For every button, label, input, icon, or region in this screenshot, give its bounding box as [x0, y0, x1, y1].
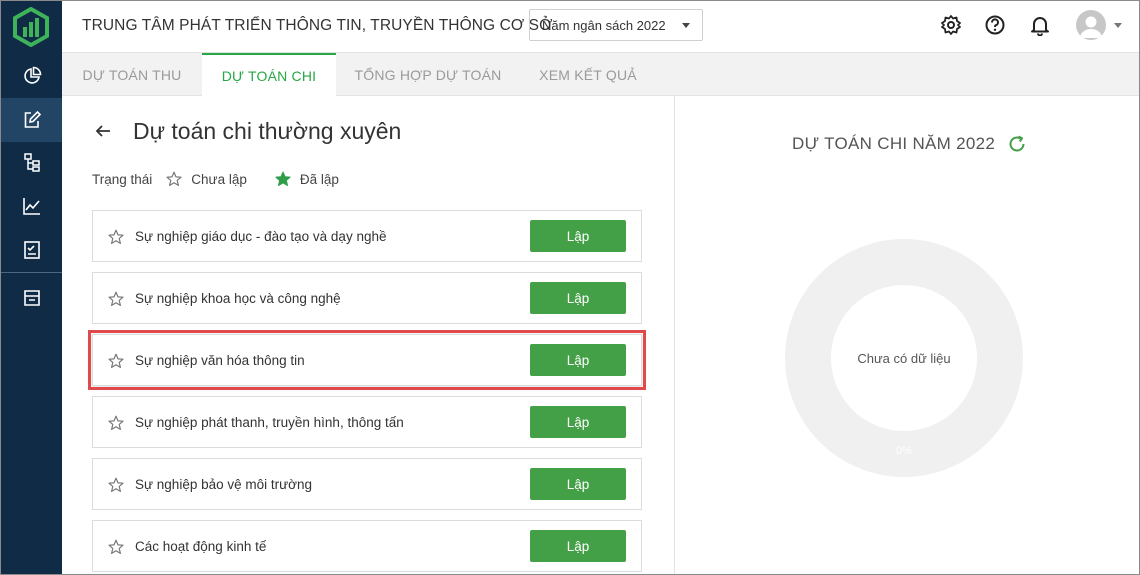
- edit-icon: [24, 110, 41, 128]
- sidebar-item-reports[interactable]: [1, 228, 62, 272]
- create-button[interactable]: Lập: [530, 220, 626, 252]
- item-name: Sự nghiệp khoa học và công nghệ: [135, 291, 341, 306]
- notifications-button[interactable]: [1029, 14, 1051, 36]
- list-item: Sự nghiệp khoa học và công nghệ Lập: [92, 272, 642, 324]
- pie-chart-icon: [23, 66, 41, 84]
- report-icon: [23, 241, 40, 259]
- star-filled-icon: [275, 171, 291, 186]
- budget-list-pane: Dự toán chi thường xuyên Trạng thái Chưa…: [62, 96, 674, 574]
- item-name: Sự nghiệp phát thanh, truyền hình, thông…: [135, 415, 404, 430]
- status-not-done: Chưa lập: [166, 171, 247, 187]
- budget-year-value: Năm ngân sách 2022: [542, 17, 666, 33]
- chart-empty-text: Chưa có dữ liệu: [857, 350, 951, 366]
- sidebar-item-archive[interactable]: [1, 276, 62, 320]
- star-outline-icon: [108, 539, 124, 554]
- list-item: Sự nghiệp phát thanh, truyền hình, thông…: [92, 396, 642, 448]
- item-name: Sự nghiệp văn hóa thông tin: [135, 353, 305, 368]
- status-label: Trạng thái: [92, 171, 153, 187]
- status-done-label: Đã lập: [299, 171, 339, 187]
- organization-title: TRUNG TÂM PHÁT TRIỂN THÔNG TIN, TRUYỀN T…: [82, 17, 553, 34]
- star-outline-icon: [108, 353, 124, 368]
- star-outline-icon: [108, 229, 124, 244]
- star-outline-icon: [108, 291, 124, 306]
- list-item: Các hoạt động kinh tế Lập: [92, 520, 642, 572]
- tab-summary-estimate[interactable]: TỔNG HỢP DỰ TOÁN: [336, 53, 520, 96]
- user-avatar[interactable]: [1076, 10, 1106, 40]
- list-item: Sự nghiệp giáo dục - đào tạo và dạy nghề…: [92, 210, 642, 262]
- star-outline-icon: [166, 171, 182, 186]
- org-chart-icon: [23, 153, 40, 172]
- user-icon: [1080, 16, 1102, 38]
- donut-percent-label: 0%: [896, 445, 912, 457]
- item-name: Sự nghiệp giáo dục - đào tạo và dạy nghề: [135, 229, 387, 244]
- sidebar-item-statistics[interactable]: [1, 184, 62, 228]
- budget-year-select[interactable]: Năm ngân sách 2022: [529, 9, 703, 41]
- status-legend: Trạng thái Chưa lập Đã lập: [92, 170, 367, 188]
- sidebar-divider: [1, 272, 62, 273]
- question-icon: [985, 15, 1005, 35]
- create-button[interactable]: Lập: [530, 468, 626, 500]
- tab-bar: DỰ TOÁN THU DỰ TOÁN CHI TỔNG HỢP DỰ TOÁN…: [62, 53, 1139, 97]
- sidebar-item-dashboard[interactable]: [1, 54, 62, 98]
- top-header: TRUNG TÂM PHÁT TRIỂN THÔNG TIN, TRUYỀN T…: [62, 1, 1139, 53]
- refresh-button[interactable]: [1007, 134, 1027, 154]
- status-not-done-label: Chưa lập: [191, 171, 247, 187]
- item-name: Các hoạt động kinh tế: [135, 539, 267, 554]
- user-menu-chevron-icon[interactable]: [1114, 23, 1122, 28]
- sidebar-item-budget[interactable]: [1, 98, 62, 142]
- create-button[interactable]: Lập: [530, 530, 626, 562]
- bell-icon: [1031, 17, 1049, 36]
- chart-title: DỰ TOÁN CHI NĂM 2022: [792, 134, 996, 153]
- item-name: Sự nghiệp bảo vệ môi trường: [135, 477, 313, 492]
- star-outline-icon: [108, 415, 124, 430]
- tab-view-results[interactable]: XEM KẾT QUẢ: [520, 53, 656, 96]
- star-outline-icon: [108, 477, 124, 492]
- settings-button[interactable]: [940, 14, 962, 36]
- refresh-icon: [1009, 135, 1025, 152]
- arrow-left-icon: [95, 125, 110, 137]
- app-logo[interactable]: [11, 6, 51, 48]
- list-item: Sự nghiệp bảo vệ môi trường Lập: [92, 458, 642, 510]
- summary-chart-pane: DỰ TOÁN CHI NĂM 2022 Chưa có dữ liệu 0%: [674, 96, 1139, 574]
- create-button[interactable]: Lập: [530, 344, 626, 376]
- tab-revenue-estimate[interactable]: DỰ TOÁN THU: [62, 53, 202, 96]
- list-item-highlighted: Sự nghiệp văn hóa thông tin Lập: [88, 330, 646, 390]
- create-button[interactable]: Lập: [530, 282, 626, 314]
- gear-icon: [941, 15, 961, 35]
- chevron-down-icon: [682, 23, 690, 28]
- status-done: Đã lập: [275, 171, 339, 187]
- help-button[interactable]: [984, 14, 1006, 36]
- create-button[interactable]: Lập: [530, 406, 626, 438]
- page-title: Dự toán chi thường xuyên: [133, 118, 402, 144]
- line-chart-icon: [22, 198, 40, 215]
- tab-expense-estimate[interactable]: DỰ TOÁN CHI: [202, 53, 336, 97]
- app-window: TRUNG TÂM PHÁT TRIỂN THÔNG TIN, TRUYỀN T…: [0, 0, 1140, 575]
- logo-icon: [13, 6, 49, 48]
- inbox-icon: [23, 290, 40, 306]
- sidebar-item-organization[interactable]: [1, 140, 62, 184]
- back-button[interactable]: [94, 122, 112, 140]
- sidebar: [1, 1, 62, 574]
